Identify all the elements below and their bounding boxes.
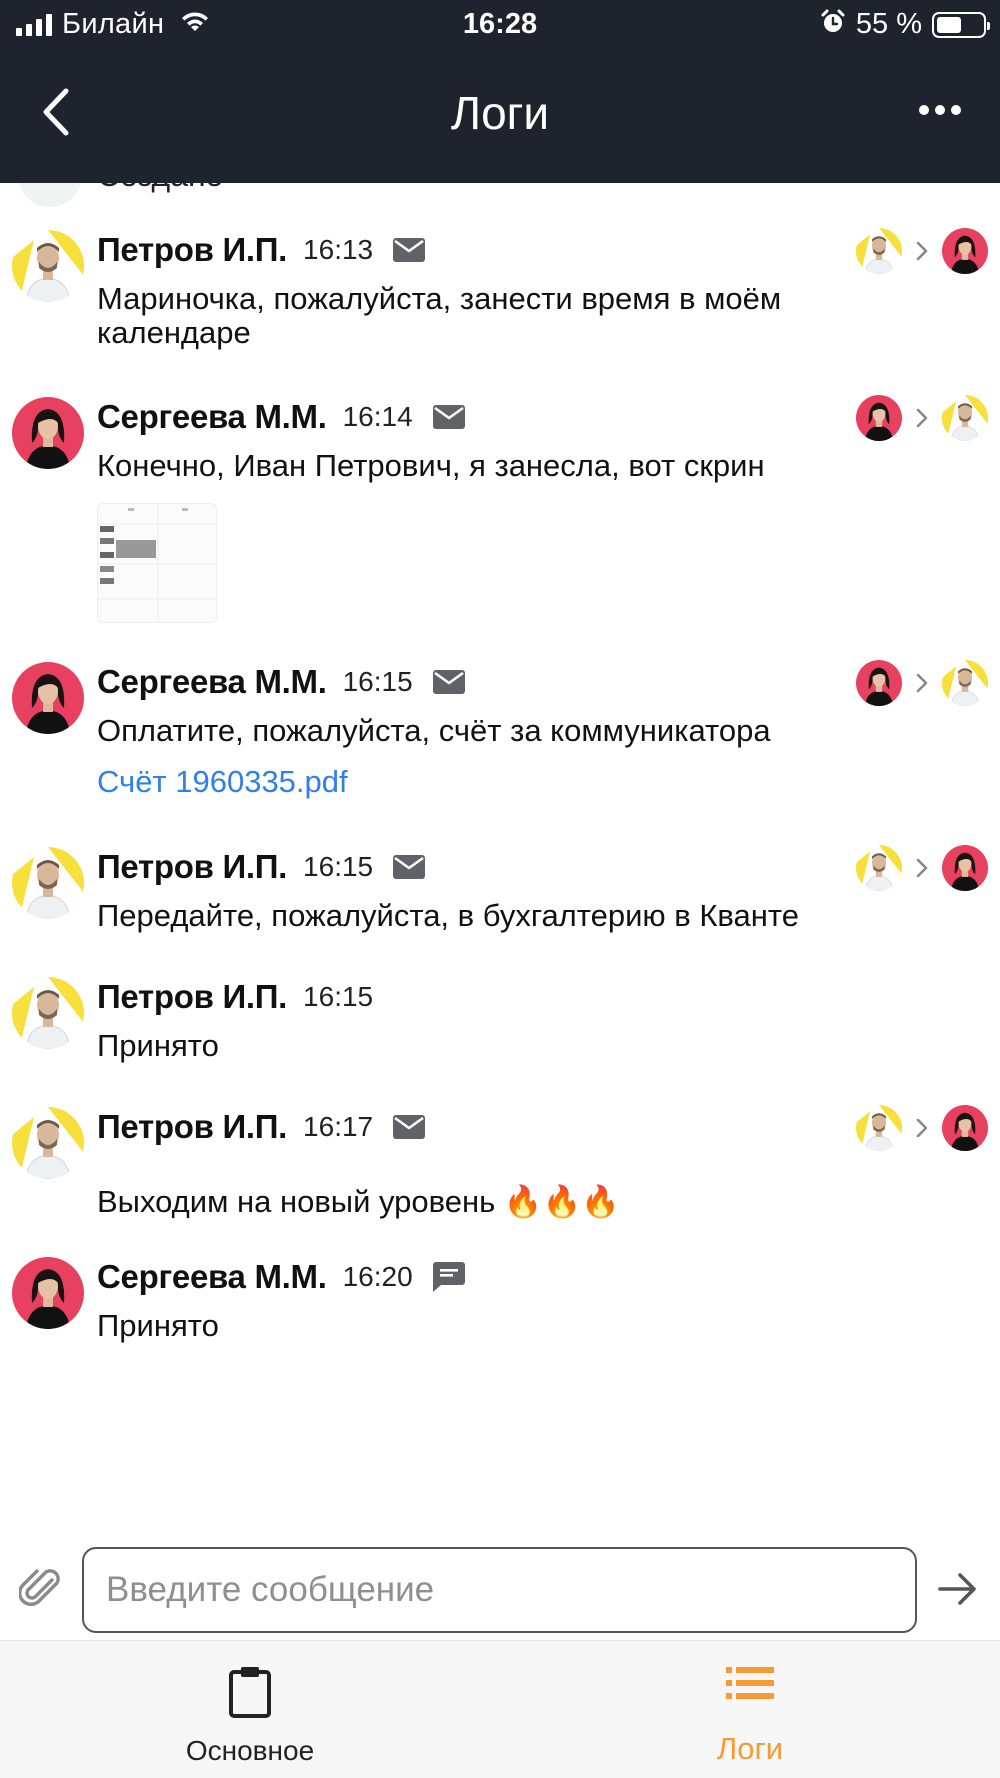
screenshot-thumbnail[interactable]	[97, 503, 217, 623]
tab-logs-label: Логи	[716, 1731, 784, 1766]
message-time: 16:14	[342, 401, 413, 432]
battery-icon	[932, 11, 990, 38]
chevron-right-icon	[908, 407, 936, 429]
alarm-icon	[820, 9, 846, 40]
message-time: 16:15	[303, 981, 374, 1012]
recipient-avatar	[942, 228, 988, 274]
avatar	[18, 183, 82, 207]
clipboard-icon	[229, 1667, 271, 1718]
avatar	[12, 1107, 84, 1179]
mail-icon	[393, 238, 426, 262]
sender-avatar	[856, 845, 902, 891]
partial-log-text: Создано	[97, 183, 223, 194]
author-name: Петров И.П.	[97, 978, 288, 1015]
chat-icon	[432, 1262, 465, 1292]
message-time: 16:15	[303, 851, 374, 882]
avatar	[12, 977, 84, 1049]
message-time: 16:17	[303, 1111, 374, 1142]
sender-avatar	[856, 1105, 902, 1151]
message-text: Мариночка, пожалуйста, занести время в м…	[97, 281, 782, 350]
message-route	[856, 395, 988, 441]
sender-avatar	[856, 395, 902, 441]
message-text: Оплатите, пожалуйста, счёт за коммуникат…	[97, 713, 771, 748]
chevron-right-icon	[908, 672, 936, 694]
log-feed[interactable]: Создано Петров И.П. 16:13	[0, 183, 1000, 1543]
sender-avatar	[856, 660, 902, 706]
message-route	[856, 228, 988, 274]
tab-bar: Основное Логи	[0, 1640, 1000, 1778]
mail-icon	[393, 855, 426, 879]
avatar	[12, 397, 84, 469]
paperclip-icon	[19, 1569, 60, 1606]
attachment-link[interactable]: Счёт 1960335.pdf	[97, 764, 348, 800]
page-title: Логи	[450, 87, 550, 139]
sender-avatar	[856, 228, 902, 274]
mail-icon	[432, 405, 465, 429]
author-name: Сергеева М.М.	[97, 663, 327, 700]
status-bar: Билайн 16:28 55 %	[0, 0, 1000, 50]
message-time: 16:20	[342, 1261, 413, 1292]
list-icon	[726, 1667, 774, 1699]
more-icon-dot	[951, 105, 961, 115]
recipient-avatar	[942, 395, 988, 441]
recipient-avatar	[942, 1105, 988, 1151]
attach-button[interactable]	[14, 1561, 70, 1617]
message-text: Конечно, Иван Петрович, я занесла, вот с…	[97, 448, 765, 483]
mail-icon	[393, 1115, 426, 1139]
nav-bar: Логи	[0, 60, 1000, 170]
arrow-right-icon	[938, 1573, 976, 1605]
more-button[interactable]	[910, 90, 970, 130]
avatar	[12, 1257, 84, 1329]
top-bar: Билайн 16:28 55 % Логи	[0, 0, 1000, 183]
tab-logs[interactable]: Логи	[500, 1641, 1000, 1778]
message-route	[856, 1105, 988, 1151]
more-icon-dot	[935, 105, 945, 115]
message-route	[856, 845, 988, 891]
tab-main-label: Основное	[185, 1735, 315, 1766]
tab-main[interactable]: Основное	[0, 1641, 500, 1778]
battery-percent: 55 %	[855, 8, 922, 40]
recipient-avatar	[942, 845, 988, 891]
more-icon-dot	[919, 105, 929, 115]
mail-icon	[432, 670, 465, 694]
chevron-right-icon	[908, 857, 936, 879]
author-name: Петров И.П.	[97, 231, 288, 268]
chevron-right-icon	[908, 240, 936, 262]
avatar	[12, 230, 84, 302]
message-route	[856, 660, 988, 706]
avatar	[12, 662, 84, 734]
author-name: Петров И.П.	[97, 1108, 288, 1145]
message-input[interactable]	[82, 1547, 917, 1633]
author-name: Сергеева М.М.	[97, 398, 327, 435]
author-name: Петров И.П.	[97, 848, 288, 885]
chevron-right-icon	[908, 1117, 936, 1139]
composer	[0, 1543, 1000, 1637]
message-text: Выходим на новый уровень 🔥🔥🔥	[97, 1184, 620, 1219]
recipient-avatar	[942, 660, 988, 706]
message-text: Принято	[97, 1308, 219, 1343]
author-name: Сергеева М.М.	[97, 1258, 327, 1295]
avatar	[12, 847, 84, 919]
message-text: Передайте, пожалуйста, в бухгалтерию в К…	[97, 898, 799, 933]
message-text: Принято	[97, 1028, 219, 1063]
send-button[interactable]	[932, 1563, 984, 1615]
message-time: 16:15	[342, 666, 413, 697]
message-time: 16:13	[303, 234, 374, 265]
